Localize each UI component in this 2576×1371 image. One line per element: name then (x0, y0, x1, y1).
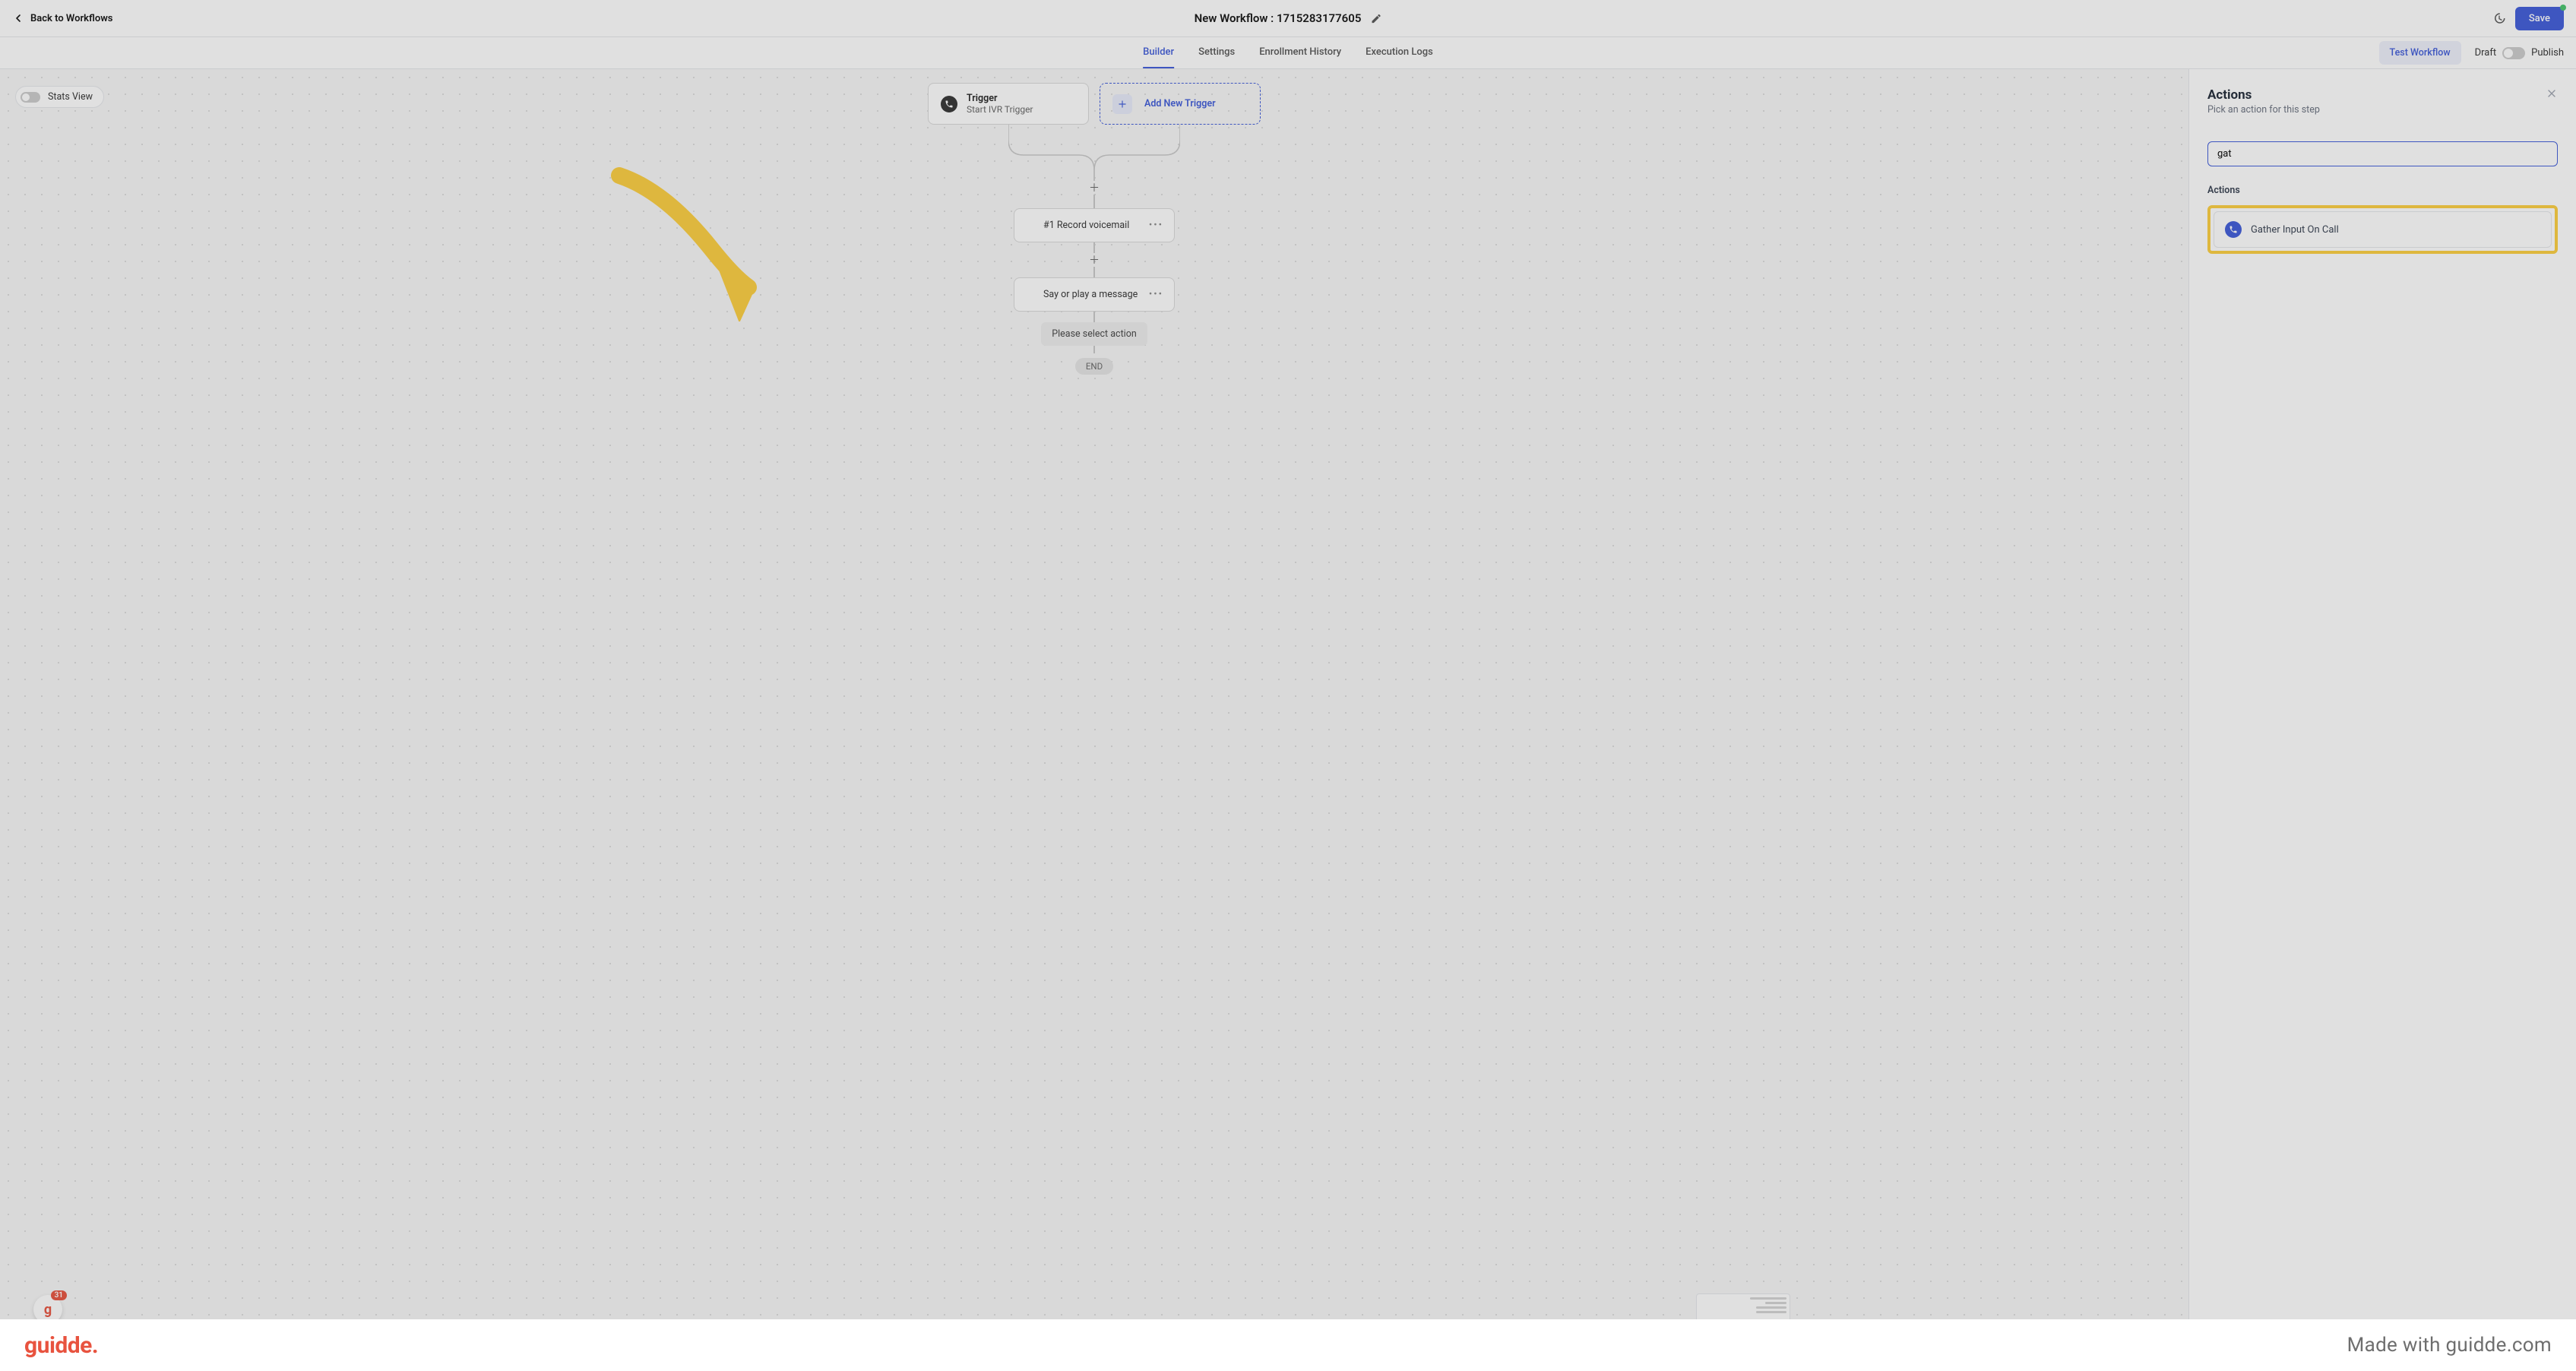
guidde-tagline: Made with guidde.com (2347, 1334, 2552, 1357)
unsaved-indicator-dot (2560, 5, 2566, 11)
draft-label: Draft (2475, 47, 2497, 59)
connector (1093, 267, 1095, 277)
tabs-center: Builder Settings Enrollment History Exec… (1143, 37, 1433, 68)
close-icon (2546, 87, 2558, 100)
action-node-say-message[interactable]: Say or play a message ••• (1014, 277, 1175, 312)
sidebar-title: Actions (2207, 87, 2320, 103)
add-step-button-2[interactable]: ＋ (1087, 253, 1101, 267)
publish-label: Publish (2531, 47, 2564, 59)
back-to-workflows-link[interactable]: Back to Workflows (12, 12, 113, 24)
phone-icon (1025, 290, 1034, 299)
sidebar-subtitle: Pick an action for this step (2207, 104, 2320, 116)
sidebar-section-label: Actions (2207, 185, 2558, 196)
fab-badge: 31 (51, 1290, 67, 1300)
test-workflow-button[interactable]: Test Workflow (2379, 41, 2461, 65)
phone-icon (1025, 221, 1034, 230)
add-trigger-button[interactable]: Add New Trigger (1100, 83, 1261, 125)
add-trigger-label: Add New Trigger (1144, 98, 1216, 109)
node-label: Say or play a message (1043, 289, 1138, 300)
node-more-button[interactable]: ••• (1149, 220, 1163, 231)
action-result-label: Gather Input On Call (2251, 224, 2339, 236)
action-search-input[interactable] (2217, 148, 2548, 160)
stats-view-toggle[interactable]: Stats View (15, 86, 104, 108)
history-button[interactable] (2492, 11, 2506, 25)
connector-merge (1008, 125, 1180, 181)
node-more-button[interactable]: ••• (1149, 289, 1163, 300)
node-label: #1 Record voicemail (1043, 220, 1129, 231)
connector (1093, 195, 1095, 208)
highlighted-result-wrap: Gather Input On Call (2207, 205, 2558, 254)
main-area: Stats View Trigger Start IVR Trigger (0, 69, 2576, 1371)
tab-enrollment-history[interactable]: Enrollment History (1259, 37, 1341, 68)
trigger-row: Trigger Start IVR Trigger Add New Trigge… (928, 83, 1261, 125)
connector (1093, 346, 1095, 353)
app-root: Back to Workflows New Workflow : 1715283… (0, 0, 2576, 1371)
tab-execution-logs[interactable]: Execution Logs (1366, 37, 1433, 68)
trigger-title: Trigger (967, 93, 1033, 104)
flow-container: Trigger Start IVR Trigger Add New Trigge… (919, 83, 1269, 375)
tabs-right: Test Workflow Draft Publish (2379, 41, 2564, 65)
guidde-footer: guidde. Made with guidde.com (0, 1319, 2576, 1371)
stats-view-switch[interactable] (21, 92, 40, 103)
stats-view-label: Stats View (48, 91, 93, 103)
tabs-bar: Builder Settings Enrollment History Exec… (0, 37, 2576, 69)
annotation-arrow (604, 162, 764, 321)
sidebar-header: Actions Pick an action for this step (2207, 87, 2558, 116)
trigger-node[interactable]: Trigger Start IVR Trigger (928, 83, 1089, 125)
action-node-record-voicemail[interactable]: #1 Record voicemail ••• (1014, 208, 1175, 242)
back-label: Back to Workflows (30, 13, 113, 24)
plus-icon (1112, 94, 1132, 114)
action-search-input-wrap[interactable] (2207, 141, 2558, 166)
end-node: END (1075, 358, 1113, 375)
select-action-placeholder[interactable]: Please select action (1041, 322, 1147, 346)
connector (1093, 242, 1095, 253)
workflow-canvas[interactable]: Stats View Trigger Start IVR Trigger (0, 69, 2188, 1371)
close-sidebar-button[interactable] (2546, 87, 2558, 100)
top-header: Back to Workflows New Workflow : 1715283… (0, 0, 2576, 37)
save-button[interactable]: Save (2515, 7, 2564, 30)
header-right-actions: Save (2492, 7, 2564, 30)
phone-icon (2225, 221, 2242, 238)
guidde-logo: guidde. (24, 1332, 98, 1359)
tab-settings[interactable]: Settings (1198, 37, 1235, 68)
trigger-subtitle: Start IVR Trigger (967, 104, 1033, 115)
phone-icon (941, 96, 957, 112)
clock-undo-icon (2492, 11, 2506, 25)
workflow-title: New Workflow : 1715283177605 (1195, 11, 1362, 25)
actions-sidebar: Actions Pick an action for this step Act… (2188, 69, 2576, 1371)
save-button-label: Save (2529, 13, 2550, 24)
add-step-button-1[interactable]: ＋ (1087, 181, 1101, 195)
pencil-icon (1370, 13, 1381, 24)
edit-title-button[interactable] (1370, 13, 1381, 24)
title-wrap: New Workflow : 1715283177605 (1195, 11, 1382, 25)
tab-builder[interactable]: Builder (1143, 37, 1174, 68)
connector (1093, 312, 1095, 322)
publish-toggle-group: Draft Publish (2475, 47, 2564, 59)
publish-switch[interactable] (2502, 47, 2525, 59)
action-result-gather-input[interactable]: Gather Input On Call (2214, 211, 2552, 248)
chevron-left-icon (12, 12, 24, 24)
